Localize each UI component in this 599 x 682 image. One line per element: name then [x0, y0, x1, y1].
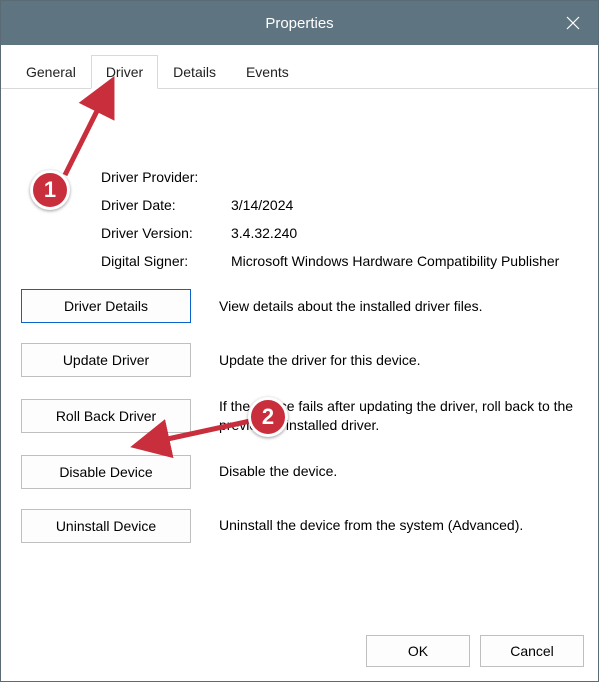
tab-driver[interactable]: Driver — [91, 55, 158, 89]
disable-device-desc: Disable the device. — [219, 462, 578, 481]
tab-details[interactable]: Details — [158, 55, 231, 89]
tab-content: Driver Provider: Driver Date: 3/14/2024 … — [1, 89, 598, 621]
roll-back-driver-button[interactable]: Roll Back Driver — [21, 399, 191, 433]
annotation-badge-2: 2 — [248, 397, 288, 437]
uninstall-device-desc: Uninstall the device from the system (Ad… — [219, 516, 578, 535]
driver-date-value: 3/14/2024 — [231, 197, 578, 213]
update-driver-button[interactable]: Update Driver — [21, 343, 191, 377]
ok-button[interactable]: OK — [366, 635, 470, 667]
tab-events[interactable]: Events — [231, 55, 304, 89]
driver-version-value: 3.4.32.240 — [231, 225, 578, 241]
driver-date-label: Driver Date: — [101, 197, 231, 213]
driver-info: Driver Provider: Driver Date: 3/14/2024 … — [101, 169, 578, 269]
driver-provider-label: Driver Provider: — [101, 169, 231, 185]
dialog-footer: OK Cancel — [1, 621, 598, 681]
disable-device-button[interactable]: Disable Device — [21, 455, 191, 489]
properties-window: Properties General Driver Details Events… — [0, 0, 599, 682]
driver-details-button[interactable]: Driver Details — [21, 289, 191, 323]
annotation-badge-1: 1 — [30, 170, 70, 210]
driver-details-desc: View details about the installed driver … — [219, 297, 578, 316]
close-icon — [566, 16, 580, 30]
digital-signer-label: Digital Signer: — [101, 253, 231, 269]
driver-version-label: Driver Version: — [101, 225, 231, 241]
tab-general[interactable]: General — [11, 55, 91, 89]
uninstall-device-button[interactable]: Uninstall Device — [21, 509, 191, 543]
close-button[interactable] — [548, 1, 598, 45]
window-title: Properties — [1, 15, 598, 32]
digital-signer-value: Microsoft Windows Hardware Compatibility… — [231, 253, 578, 269]
driver-provider-value — [231, 169, 578, 185]
titlebar: Properties — [1, 1, 598, 45]
cancel-button[interactable]: Cancel — [480, 635, 584, 667]
tab-strip: General Driver Details Events — [1, 45, 598, 89]
update-driver-desc: Update the driver for this device. — [219, 351, 578, 370]
driver-actions: Driver Details View details about the in… — [21, 289, 578, 543]
